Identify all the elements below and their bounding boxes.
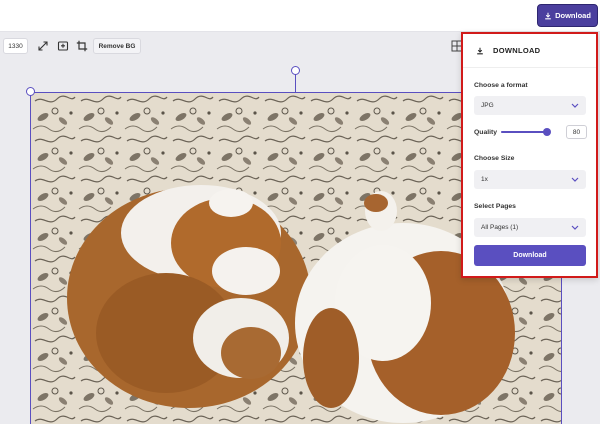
download-icon <box>477 47 483 54</box>
top-bar: Download <box>0 0 600 32</box>
chevron-down-icon <box>571 103 579 108</box>
quality-label: Quality <box>474 129 498 136</box>
download-panel: DOWNLOAD Choose a format JPG Quality 80 … <box>461 32 598 278</box>
replace-image-icon[interactable] <box>54 37 71 54</box>
size-value: 1x <box>481 176 488 183</box>
rotate-handle[interactable] <box>291 66 300 75</box>
pages-value: All Pages (1) <box>481 224 519 231</box>
pages-label: Select Pages <box>474 203 516 210</box>
zoom-input[interactable]: 1330 <box>3 38 28 54</box>
quality-slider-track[interactable] <box>501 131 549 133</box>
panel-header: DOWNLOAD <box>463 34 596 68</box>
resize-handle-top-left[interactable] <box>26 87 35 96</box>
remove-bg-button[interactable]: Remove BG <box>93 38 141 54</box>
download-icon <box>545 12 551 19</box>
panel-title: DOWNLOAD <box>493 46 541 55</box>
panel-download-button[interactable]: Download <box>474 245 586 266</box>
expand-icon[interactable] <box>34 37 51 54</box>
crop-icon[interactable] <box>73 37 90 54</box>
chevron-down-icon <box>571 177 579 182</box>
format-label: Choose a format <box>474 82 528 89</box>
format-value: JPG <box>481 102 494 109</box>
chevron-down-icon <box>571 225 579 230</box>
size-select[interactable]: 1x <box>474 170 586 189</box>
quality-slider-thumb[interactable] <box>543 128 551 136</box>
rotate-handle-line <box>295 72 296 92</box>
top-download-button[interactable]: Download <box>537 4 598 27</box>
quality-input[interactable]: 80 <box>566 125 587 139</box>
pages-select[interactable]: All Pages (1) <box>474 218 586 237</box>
top-download-label: Download <box>555 11 591 20</box>
format-select[interactable]: JPG <box>474 96 586 115</box>
size-label: Choose Size <box>474 155 515 162</box>
